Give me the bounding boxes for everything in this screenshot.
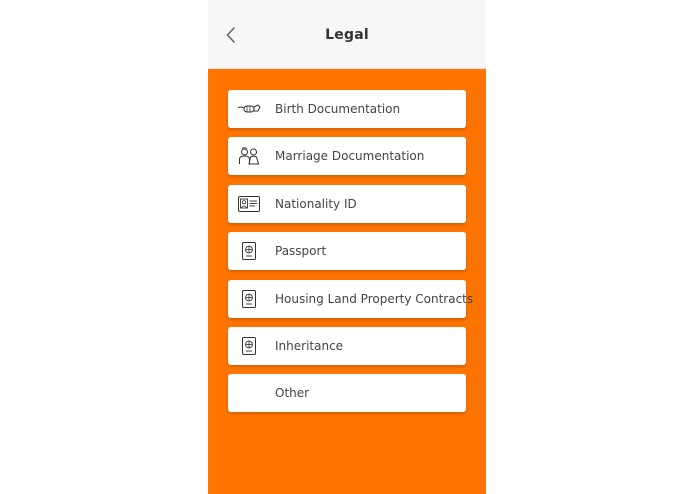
couple-icon: [237, 146, 261, 166]
content-area: Birth Documentation Marriage Documentati…: [208, 69, 486, 494]
list-item-label: Housing Land Property Contracts: [275, 291, 474, 306]
list-item-label: Inheritance: [275, 338, 344, 353]
navigation-header: Legal: [208, 0, 486, 69]
legal-options-list: Birth Documentation Marriage Documentati…: [228, 90, 473, 422]
list-item-birth-documentation[interactable]: Birth Documentation: [228, 90, 466, 128]
passport-icon: [237, 336, 261, 356]
list-item-label: Marriage Documentation: [275, 149, 425, 164]
list-item-housing-land-property-contracts[interactable]: Housing Land Property Contracts: [228, 279, 473, 318]
passport-icon: [237, 241, 261, 261]
list-item-marriage-documentation[interactable]: Marriage Documentation: [228, 137, 466, 176]
list-item-label: Birth Documentation: [275, 102, 401, 116]
passport-icon: [237, 289, 261, 309]
phone-screen: Legal Birth Documentation Marriage Docum…: [208, 0, 486, 494]
list-item-other[interactable]: Other: [228, 374, 466, 413]
page-title: Legal: [325, 27, 369, 43]
baby-bottle-icon: [237, 99, 261, 119]
list-item-passport[interactable]: Passport: [228, 232, 466, 271]
id-card-icon: [237, 194, 261, 214]
list-item-label: Nationality ID: [275, 196, 357, 211]
list-item-inheritance[interactable]: Inheritance: [228, 326, 466, 365]
list-item-nationality-id[interactable]: Nationality ID: [228, 184, 466, 223]
list-item-label: Passport: [275, 244, 327, 259]
list-item-label: Other: [275, 386, 310, 401]
